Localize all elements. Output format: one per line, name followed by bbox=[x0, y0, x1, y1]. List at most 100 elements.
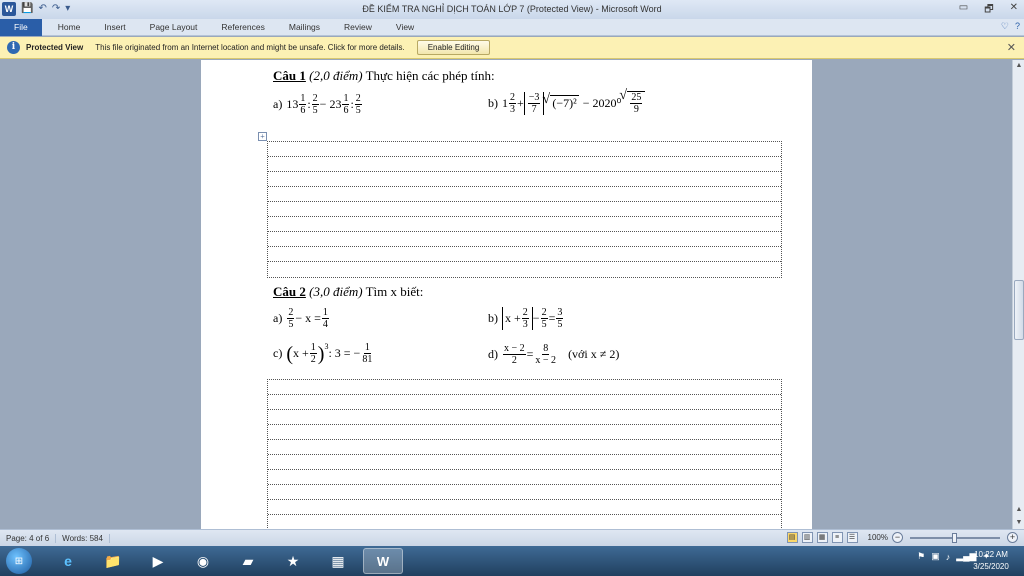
q2c-expression: c) ( x + 12 ) 3 : 3 = − 1 81 bbox=[273, 342, 373, 365]
zoom-slider[interactable] bbox=[910, 532, 1000, 543]
document-page[interactable]: Câu 1 (2,0 điểm) Thực hiện các phép tính… bbox=[201, 60, 812, 529]
tab-file[interactable]: File bbox=[0, 18, 42, 36]
tab-page-layout[interactable]: Page Layout bbox=[138, 19, 210, 36]
q1b-label: b) bbox=[488, 95, 498, 110]
question-1-label: Câu 1 bbox=[273, 68, 306, 83]
tab-mailings[interactable]: Mailings bbox=[277, 19, 332, 36]
vertical-scrollbar[interactable]: ▲ ▲ ▼ bbox=[1012, 60, 1024, 529]
q1a-fraction-3: 16 bbox=[342, 93, 350, 116]
clock[interactable]: 10:22 AM 3/25/2020 bbox=[966, 549, 1016, 573]
scroll-up-icon[interactable]: ▲ bbox=[1013, 62, 1024, 69]
window-controls: ▭ 🗗 ✕ bbox=[959, 2, 1018, 19]
q2b-expression: b) x +2 3 − 25 = 35 bbox=[488, 307, 564, 330]
q2b-absolute: x +2 3 bbox=[502, 307, 533, 330]
winrar-icon[interactable]: ▦ bbox=[318, 548, 358, 574]
volume-icon[interactable]: ♪ bbox=[946, 552, 951, 562]
status-bar: Page: 4 of 6 Words: 584 ▤ ▥ ▦ ≡ ☰ 100% −… bbox=[0, 529, 1024, 546]
q2a-label: a) bbox=[273, 311, 283, 325]
tab-references[interactable]: References bbox=[209, 19, 276, 36]
protected-view-close-icon[interactable]: ✕ bbox=[1007, 41, 1016, 54]
zoom-level[interactable]: 100% bbox=[868, 533, 888, 542]
q1b-op-1: + bbox=[517, 95, 524, 110]
taskbar: ⊞ e 📁 ▶ ◉ ▰ ★ ▦ W ⚑ ▣ ♪ ▂▄▆ ✦ 10:22 AM 3… bbox=[0, 546, 1024, 576]
word-taskbar-icon[interactable]: W bbox=[363, 548, 403, 574]
ribbon-right-controls: ♡ ? bbox=[1001, 21, 1020, 32]
question-2-text: Tìm x biết: bbox=[365, 284, 424, 299]
flag-icon[interactable]: ⚑ bbox=[917, 551, 925, 562]
enable-editing-button[interactable]: Enable Editing bbox=[416, 40, 491, 55]
star-app-icon[interactable]: ★ bbox=[273, 548, 313, 574]
protected-view-bar: i Protected View This file originated fr… bbox=[0, 37, 1024, 59]
q1a-whole-1: 13 bbox=[286, 97, 299, 111]
clock-date: 3/25/2020 bbox=[973, 562, 1009, 571]
q1a-op-3: : bbox=[350, 97, 354, 111]
tab-home[interactable]: Home bbox=[46, 19, 93, 36]
ribbon-tabs: File Home Insert Page Layout References … bbox=[0, 18, 1024, 36]
protected-view-message[interactable]: This file originated from an Internet lo… bbox=[95, 43, 405, 52]
restore-button[interactable]: 🗗 bbox=[984, 2, 993, 19]
minimize-button[interactable]: ▭ bbox=[959, 2, 968, 19]
web-layout-view-icon[interactable]: ▦ bbox=[816, 532, 828, 543]
internet-explorer-icon[interactable]: e bbox=[48, 548, 88, 574]
q1a-label: a) bbox=[273, 97, 283, 111]
print-layout-view-icon[interactable]: ▤ bbox=[786, 532, 798, 543]
q2d-expression: d) x − 22 = 8x − 2 (với x ≠ 2) bbox=[488, 343, 620, 366]
protected-view-title: Protected View bbox=[26, 43, 84, 52]
q2b-label: b) bbox=[488, 311, 498, 325]
question-2-heading: Câu 2 (3,0 điểm) Tìm x biết: bbox=[273, 284, 423, 300]
q1a-op-2: − 23 bbox=[319, 97, 342, 111]
q2a-mid: − x = bbox=[295, 311, 321, 325]
chrome-icon[interactable]: ◉ bbox=[183, 548, 223, 574]
page-count[interactable]: Page: 4 of 6 bbox=[0, 533, 57, 543]
q1a-fraction-4: 25 bbox=[354, 93, 362, 116]
q1b-whole-1: 1 bbox=[502, 95, 508, 110]
close-button[interactable]: ✕ bbox=[1010, 2, 1018, 19]
app-icon[interactable]: ▰ bbox=[228, 548, 268, 574]
answer-lines-q2[interactable] bbox=[267, 379, 782, 529]
scroll-page-up-icon[interactable]: ▲ bbox=[1013, 506, 1024, 513]
q1a-fraction-1: 16 bbox=[299, 93, 307, 116]
draft-view-icon[interactable]: ☰ bbox=[846, 532, 858, 543]
answer-lines-q1[interactable] bbox=[267, 141, 782, 278]
outline-view-icon[interactable]: ≡ bbox=[831, 532, 843, 543]
tab-insert[interactable]: Insert bbox=[92, 19, 137, 36]
network-icon[interactable]: ▣ bbox=[931, 551, 940, 562]
zoom-slider-knob[interactable] bbox=[952, 532, 957, 543]
tab-review[interactable]: Review bbox=[332, 19, 384, 36]
tab-view[interactable]: View bbox=[384, 19, 426, 36]
q1a-fraction-2: 25 bbox=[311, 93, 319, 116]
q1b-fraction-1: 23 bbox=[509, 91, 516, 115]
question-2-label: Câu 2 bbox=[273, 284, 306, 299]
scroll-thumb[interactable] bbox=[1014, 280, 1024, 340]
q1b-sqrt-1: (−7)² bbox=[542, 92, 579, 111]
q2d-label: d) bbox=[488, 347, 498, 361]
word-count[interactable]: Words: 584 bbox=[56, 533, 110, 543]
clock-time: 10:22 AM bbox=[974, 550, 1008, 559]
help-icon[interactable]: ? bbox=[1015, 21, 1020, 32]
start-button[interactable]: ⊞ bbox=[6, 548, 32, 574]
question-2-points: (3,0 điểm) bbox=[309, 284, 363, 299]
media-player-icon[interactable]: ▶ bbox=[138, 548, 178, 574]
q1a-expression: a) 13 16 : 25 − 23 16 : 25 bbox=[273, 93, 363, 116]
title-bar: W 💾 ↶ ↷ ▾ ĐỀ KIỂM TRA NGHỈ DỊCH TOÁN LỚP… bbox=[0, 0, 1024, 19]
question-1-text: Thực hiện các phép tính: bbox=[365, 68, 495, 83]
zoom-in-button[interactable]: + bbox=[1007, 532, 1018, 543]
q1b-op-2: − 2020⁰ bbox=[582, 95, 622, 110]
file-explorer-icon[interactable]: 📁 bbox=[93, 548, 133, 574]
q2a-expression: a) 25 − x = 14 bbox=[273, 307, 329, 330]
q1b-sqrt-2: 259 bbox=[619, 88, 646, 115]
zoom-out-button[interactable]: − bbox=[892, 532, 903, 543]
q2c-label: c) bbox=[273, 346, 283, 360]
info-icon: i bbox=[7, 41, 20, 54]
scroll-down-icon[interactable]: ▼ bbox=[1013, 519, 1024, 526]
full-screen-view-icon[interactable]: ▥ bbox=[801, 532, 813, 543]
document-area: Câu 1 (2,0 điểm) Thực hiện các phép tính… bbox=[0, 60, 1012, 529]
question-1-heading: Câu 1 (2,0 điểm) Thực hiện các phép tính… bbox=[273, 68, 495, 84]
ribbon-collapse-icon[interactable]: ♡ bbox=[1001, 21, 1009, 32]
table-move-handle-icon[interactable]: + bbox=[258, 132, 267, 141]
q1b-expression: b) 1 23 + −37 (−7)² − 2020⁰ 259 bbox=[488, 88, 646, 115]
window-title: ĐỀ KIỂM TRA NGHỈ DỊCH TOÁN LỚP 7 (Protec… bbox=[362, 4, 662, 14]
q1b-absolute: −3 7 bbox=[523, 91, 545, 115]
q2d-condition: (với x ≠ 2) bbox=[568, 347, 620, 361]
question-1-points: (2,0 điểm) bbox=[309, 68, 363, 83]
